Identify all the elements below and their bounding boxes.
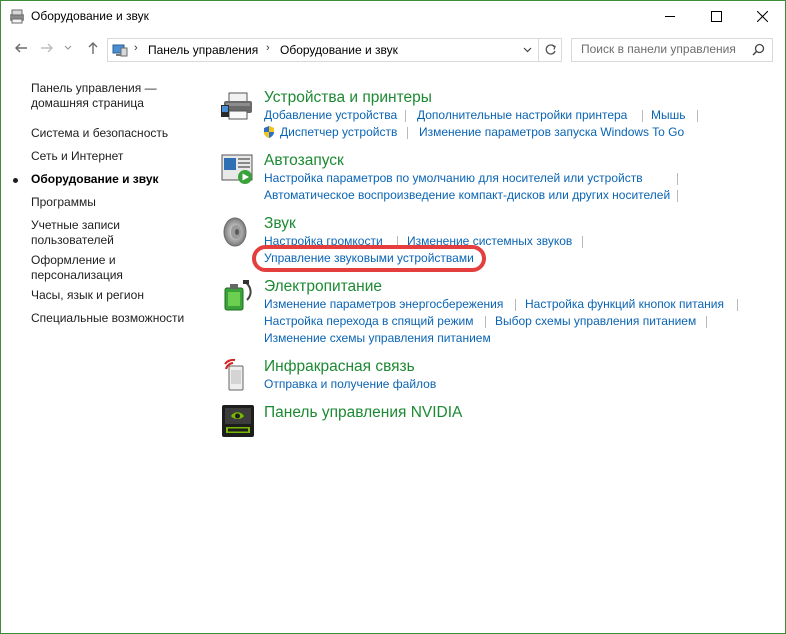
control-panel-window: Оборудование и звук › Панель управления … — [0, 0, 786, 634]
address-bar[interactable]: › Панель управления › Оборудование и зву… — [107, 38, 562, 62]
autoplay-title[interactable]: Автозапуск — [264, 152, 344, 170]
sidebar-item-appearance[interactable]: Оформление и персонализация — [31, 253, 141, 283]
power-buttons-link[interactable]: Настройка функций кнопок питания — [525, 297, 724, 311]
volume-settings-link[interactable]: Настройка громкости — [264, 234, 383, 248]
link-divider — [677, 173, 678, 185]
nvidia-control-panel-title[interactable]: Панель управления NVIDIA — [264, 404, 462, 422]
sidebar-item-hardware-sound[interactable]: Оборудование и звук — [31, 172, 206, 187]
link-divider — [642, 110, 643, 122]
hardware-sound-icon — [9, 8, 25, 24]
back-button[interactable] — [11, 38, 31, 58]
search-input[interactable] — [572, 39, 751, 59]
autoplay-cd-link[interactable]: Автоматическое воспроизведение компакт-д… — [264, 188, 670, 202]
manage-audio-devices-link[interactable]: Управление звуковыми устройствами — [264, 251, 474, 265]
sound-title[interactable]: Звук — [264, 215, 296, 233]
sidebar-item-system-security[interactable]: Система и безопасность — [31, 126, 206, 141]
link-divider — [582, 236, 583, 248]
address-dropdown-chevron-icon[interactable] — [516, 39, 538, 61]
link-divider — [706, 316, 707, 328]
control-panel-icon — [112, 42, 128, 58]
printer-settings-link[interactable]: Дополнительные настройки принтера — [417, 108, 627, 122]
search-icon[interactable] — [752, 43, 765, 61]
power-saving-link[interactable]: Изменение параметров энергосбережения — [264, 297, 503, 311]
up-button[interactable] — [83, 38, 103, 58]
minimize-button[interactable] — [647, 1, 693, 32]
link-divider — [677, 190, 678, 202]
sleep-settings-link[interactable]: Настройка перехода в спящий режим — [264, 314, 473, 328]
windows-to-go-link[interactable]: Изменение параметров запуска Windows To … — [419, 125, 684, 139]
system-sounds-link[interactable]: Изменение системных звуков — [407, 234, 572, 248]
refresh-button[interactable] — [538, 39, 561, 61]
mouse-link[interactable]: Мышь — [651, 108, 686, 122]
sidebar-item-accessibility[interactable]: Специальные возможности — [31, 311, 206, 326]
choose-power-plan-link[interactable]: Выбор схемы управления питанием — [495, 314, 696, 328]
recent-locations-chevron-icon[interactable] — [61, 38, 75, 58]
printer-icon — [221, 89, 255, 123]
search-box[interactable] — [571, 38, 773, 62]
media-defaults-link[interactable]: Настройка параметров по умолчанию для но… — [264, 171, 643, 185]
power-options-title[interactable]: Электропитание — [264, 278, 382, 296]
sidebar-item-network[interactable]: Сеть и Интернет — [31, 149, 206, 164]
breadcrumb-separator-icon: › — [266, 42, 270, 54]
breadcrumb-control-panel[interactable]: Панель управления — [148, 43, 258, 57]
send-receive-files-link[interactable]: Отправка и получение файлов — [264, 377, 436, 391]
power-icon — [221, 278, 255, 312]
infrared-title[interactable]: Инфракрасная связь — [264, 358, 415, 376]
breadcrumb-hardware-sound[interactable]: Оборудование и звук — [280, 43, 398, 57]
device-manager-link[interactable]: Диспетчер устройств — [280, 125, 397, 139]
speaker-icon — [221, 215, 255, 249]
link-divider — [697, 110, 698, 122]
maximize-button[interactable] — [693, 1, 739, 32]
link-divider — [515, 299, 516, 311]
autoplay-icon — [221, 152, 255, 186]
link-divider — [407, 127, 408, 139]
close-button[interactable] — [739, 1, 785, 32]
current-item-bullet-icon — [13, 178, 18, 183]
edit-power-plan-link[interactable]: Изменение схемы управления питанием — [264, 331, 491, 345]
link-divider — [405, 110, 406, 122]
sidebar-item-clock-region[interactable]: Часы, язык и регион — [31, 288, 206, 303]
left-navigation-pane: Панель управления — домашняя страница Си… — [1, 71, 211, 631]
sidebar-item-user-accounts[interactable]: Учетные записи пользователей — [31, 218, 141, 248]
title-bar: Оборудование и звук — [1, 1, 785, 32]
navigation-bar: › Панель управления › Оборудование и зву… — [1, 34, 785, 64]
link-divider — [485, 316, 486, 328]
forward-button[interactable] — [37, 38, 57, 58]
uac-shield-icon — [262, 125, 276, 142]
sidebar-item-programs[interactable]: Программы — [31, 195, 206, 210]
nvidia-icon — [221, 404, 255, 438]
infrared-icon — [221, 358, 255, 392]
devices-printers-title[interactable]: Устройства и принтеры — [264, 89, 432, 107]
link-divider — [397, 236, 398, 248]
link-divider — [737, 299, 738, 311]
add-device-link[interactable]: Добавление устройства — [264, 108, 397, 122]
window-title: Оборудование и звук — [31, 9, 149, 23]
sidebar-item-home[interactable]: Панель управления — домашняя страница — [31, 81, 206, 111]
breadcrumb-separator-icon: › — [134, 42, 138, 54]
